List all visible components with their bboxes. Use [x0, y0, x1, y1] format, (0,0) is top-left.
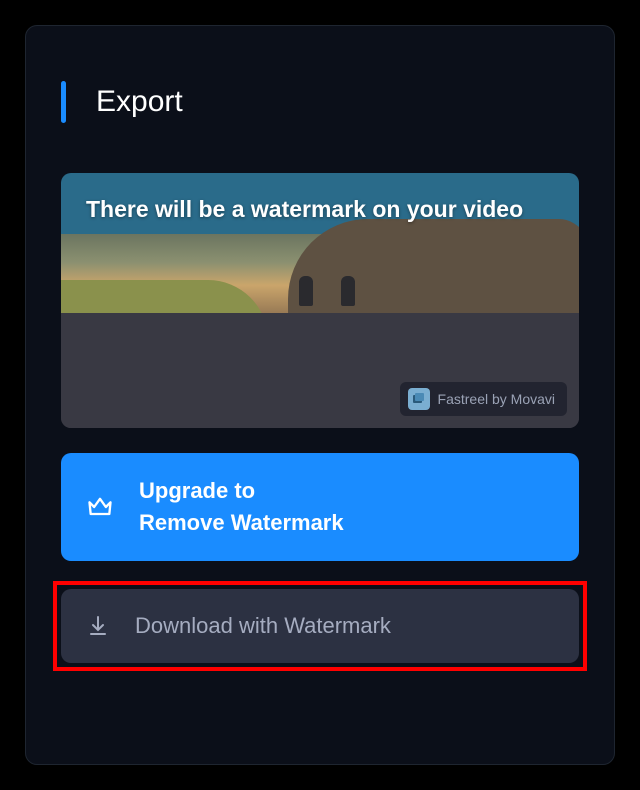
upgrade-line2: Remove Watermark: [139, 510, 344, 535]
download-icon: [86, 614, 110, 638]
watermark-badge: Fastreel by Movavi: [400, 382, 567, 416]
download-button-label: Download with Watermark: [135, 613, 554, 639]
preview-scenery: [299, 276, 313, 306]
page-title: Export: [96, 85, 183, 119]
download-with-watermark-button[interactable]: Download with Watermark: [61, 589, 579, 663]
video-preview-thumbnail: There will be a watermark on your video …: [61, 173, 579, 428]
export-panel: Export There will be a watermark on your…: [25, 25, 615, 765]
upgrade-line1: Upgrade to: [139, 478, 255, 503]
fastreel-logo-icon: [408, 388, 430, 410]
crown-icon: [86, 493, 114, 521]
upgrade-button-label: Upgrade to Remove Watermark: [139, 475, 554, 539]
upgrade-button[interactable]: Upgrade to Remove Watermark: [61, 453, 579, 561]
preview-scenery: [341, 276, 355, 306]
accent-bar: [61, 81, 66, 123]
highlighted-area: Download with Watermark: [53, 581, 587, 671]
watermark-notice-text: There will be a watermark on your video: [86, 193, 554, 225]
watermark-badge-text: Fastreel by Movavi: [438, 391, 555, 407]
panel-header: Export: [61, 81, 579, 123]
